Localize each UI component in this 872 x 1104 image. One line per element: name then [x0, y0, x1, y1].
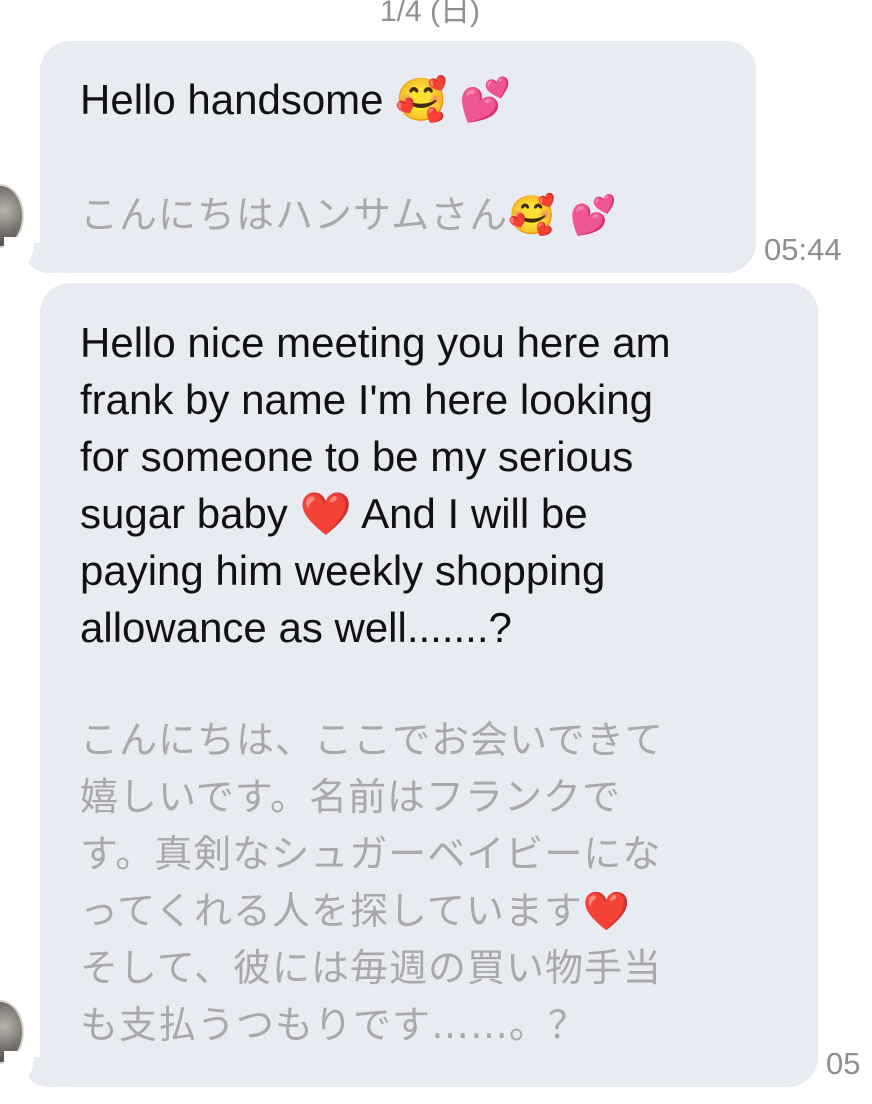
message-bubble[interactable]: Hello nice meeting you here am frank by … — [40, 283, 818, 1087]
message-text: Hello handsome 🥰 💕 — [80, 76, 512, 123]
message-timestamp: 05:44 — [764, 232, 842, 267]
date-separator: 1/4 (日) — [380, 0, 481, 28]
message-translation: こんにちはハンサムさん🥰 💕 — [80, 193, 618, 237]
message-bubble[interactable]: Hello handsome 🥰 💕 こんにちはハンサムさん🥰 💕 — [40, 41, 756, 273]
message-text: Hello nice meeting you here am frank by … — [80, 319, 671, 651]
message-timestamp: 05 — [826, 1046, 861, 1081]
message-translation: こんにちは、ここでお会いできて 嬉しいです。名前はフランクで す。真剣なシュガー… — [80, 718, 664, 1047]
